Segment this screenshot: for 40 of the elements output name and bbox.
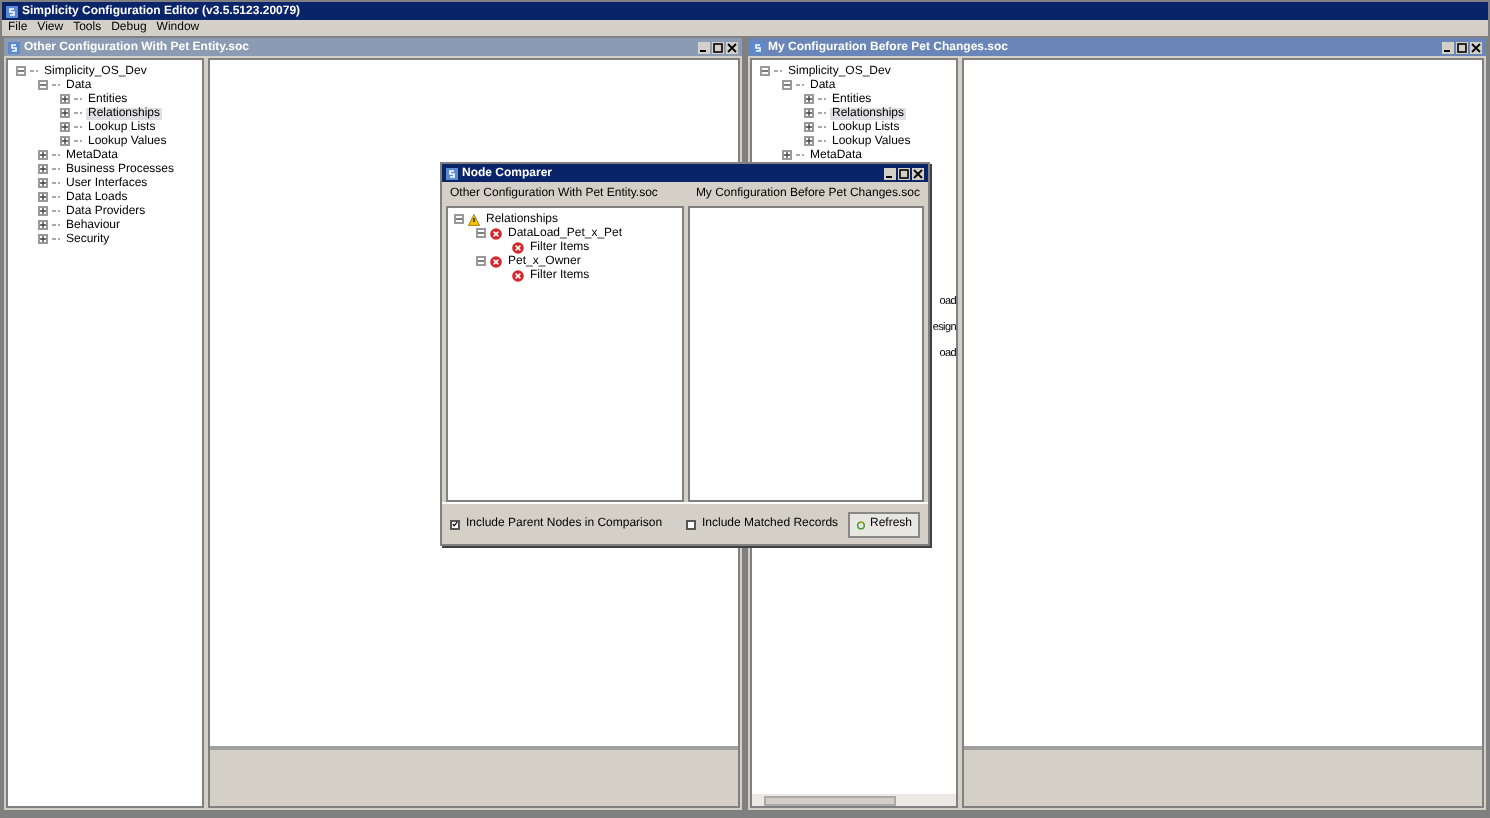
maximize-icon[interactable] <box>1456 41 1468 53</box>
expand-icon[interactable] <box>60 108 70 118</box>
app-icon <box>446 167 458 179</box>
horizontal-scrollbar[interactable] <box>752 794 956 806</box>
expand-icon[interactable] <box>38 150 48 160</box>
maximize-icon[interactable] <box>712 41 724 53</box>
expand-icon[interactable] <box>38 192 48 202</box>
expand-icon[interactable] <box>60 122 70 132</box>
collapse-icon[interactable] <box>454 214 464 224</box>
maximize-icon[interactable] <box>898 167 910 179</box>
checkbox[interactable] <box>686 519 696 529</box>
collapse-icon[interactable] <box>760 66 770 76</box>
expand-icon[interactable] <box>38 234 48 244</box>
expand-icon[interactable] <box>60 94 70 104</box>
collapse-icon[interactable] <box>782 80 792 90</box>
expand-icon[interactable] <box>804 122 814 132</box>
app-icon <box>6 5 18 17</box>
collapse-icon[interactable] <box>38 80 48 90</box>
close-icon[interactable] <box>912 167 924 179</box>
collapse-icon[interactable] <box>476 228 486 238</box>
app-icon <box>8 41 20 53</box>
minimize-icon[interactable] <box>884 167 896 179</box>
collapse-icon[interactable] <box>476 256 486 266</box>
expand-icon[interactable] <box>804 108 814 118</box>
refresh-icon <box>856 517 866 531</box>
close-icon[interactable] <box>726 41 738 53</box>
minimize-icon[interactable] <box>698 41 710 53</box>
expand-icon[interactable] <box>38 220 48 230</box>
expand-icon[interactable] <box>804 136 814 146</box>
expand-icon[interactable] <box>38 164 48 174</box>
minimize-icon[interactable] <box>1442 41 1454 53</box>
expand-icon[interactable] <box>782 150 792 160</box>
checkbox[interactable] <box>450 519 460 529</box>
collapse-icon[interactable] <box>16 66 26 76</box>
expand-icon[interactable] <box>60 136 70 146</box>
close-icon[interactable] <box>1470 41 1482 53</box>
expand-icon[interactable] <box>38 178 48 188</box>
app-icon <box>752 41 764 53</box>
expand-icon[interactable] <box>804 94 814 104</box>
expand-icon[interactable] <box>38 206 48 216</box>
